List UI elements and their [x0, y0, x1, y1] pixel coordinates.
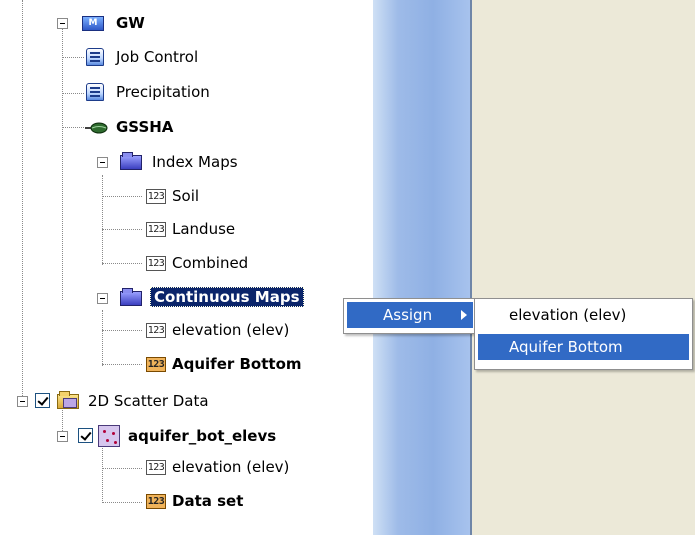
tree-item-precipitation[interactable]: Precipitation: [114, 81, 212, 103]
model-folder-icon: M: [82, 16, 104, 31]
scatter-point: [112, 432, 115, 435]
tree-item-soil[interactable]: Soil: [170, 185, 201, 207]
tree-line: [102, 229, 142, 230]
tree-item-label: Index Maps: [152, 153, 238, 171]
tree-line: [102, 445, 103, 503]
tree-line: [62, 127, 84, 128]
tree-item-label: Aquifer Bottom: [172, 355, 302, 373]
tree-item-label: GW: [116, 14, 145, 32]
tree-line: [102, 310, 103, 366]
tree-item-label: Combined: [172, 254, 249, 272]
menu-item-label: Assign: [383, 306, 433, 324]
dataset-123-icon: 123: [146, 323, 166, 338]
tree-item-gw[interactable]: GW: [114, 12, 147, 34]
tree-line: [102, 175, 103, 265]
tree-item-label: 2D Scatter Data: [88, 392, 209, 410]
tree-item-label: Data set: [172, 492, 244, 510]
tree-line: [102, 196, 142, 197]
context-menu: Assign: [343, 298, 477, 334]
dataset-123-icon: 123: [146, 460, 166, 475]
submenu-item-elevation[interactable]: elevation (elev): [478, 302, 689, 328]
project-explorer-tree: M GW Job Control Precipitation GSSHA Ind…: [0, 0, 373, 535]
tree-item-continuous-maps[interactable]: Continuous Maps: [150, 286, 304, 308]
tree-item-index-maps[interactable]: Index Maps: [150, 151, 240, 173]
menu-item-assign[interactable]: Assign: [347, 302, 473, 328]
collapse-toggle-gw[interactable]: [57, 18, 68, 29]
tree-item-label: GSSHA: [116, 118, 174, 136]
tree-line: [62, 93, 84, 94]
scatter-point: [103, 430, 106, 433]
tree-item-scatter-elevation[interactable]: elevation (elev): [170, 456, 291, 478]
panel-splitter[interactable]: [373, 0, 473, 535]
tree-item-aquifer-bot-elevs[interactable]: aquifer_bot_elevs: [126, 425, 278, 447]
tree-line: [62, 28, 63, 300]
tree-item-aquifer-bottom[interactable]: Aquifer Bottom: [170, 353, 304, 375]
scatter-point: [114, 441, 117, 444]
tree-line: [22, 0, 23, 400]
tree-item-label: elevation (elev): [172, 458, 290, 476]
tree-item-label: Job Control: [116, 48, 199, 66]
tree-item-combined[interactable]: Combined: [170, 252, 250, 274]
collapse-toggle-index-maps[interactable]: [97, 157, 108, 168]
folder-icon: [120, 288, 142, 306]
scatter-set-icon: [98, 425, 120, 447]
tree-item-gssha[interactable]: GSSHA: [114, 116, 175, 138]
tree-item-label: Precipitation: [116, 83, 210, 101]
tree-item-2d-scatter-data[interactable]: 2D Scatter Data: [86, 390, 211, 412]
tree-line: [102, 502, 142, 503]
collapse-toggle-scatter-data[interactable]: [17, 396, 28, 407]
dataset-123-icon: 123: [146, 189, 166, 204]
tree-line: [102, 263, 142, 264]
dataset-123-icon: 123: [146, 494, 166, 509]
collapse-toggle-aquifer-bot-elevs[interactable]: [57, 431, 68, 442]
scatter-point: [106, 439, 109, 442]
menu-item-label: Aquifer Bottom: [509, 338, 623, 356]
scatter-points-badge-icon: [63, 398, 77, 408]
tree-item-label: Landuse: [172, 220, 236, 238]
tree-item-label: Soil: [172, 187, 200, 205]
tree-line: [102, 330, 142, 331]
tree-item-data-set[interactable]: Data set: [170, 490, 245, 512]
checkbox-aquifer-bot-elevs[interactable]: [78, 428, 93, 443]
tree-item-job-control[interactable]: Job Control: [114, 46, 200, 68]
dataset-123-icon: 123: [146, 222, 166, 237]
tree-line: [62, 57, 84, 58]
tree-item-label: elevation (elev): [172, 321, 290, 339]
tree-item-label: Continuous Maps: [150, 287, 304, 307]
graphics-window[interactable]: [472, 0, 695, 535]
tree-line: [102, 468, 142, 469]
tree-item-label: aquifer_bot_elevs: [128, 427, 277, 445]
folder-icon: [120, 152, 142, 170]
dataset-123-icon: 123: [146, 357, 166, 372]
submenu-item-aquifer-bottom[interactable]: Aquifer Bottom: [478, 334, 689, 360]
menu-item-label: elevation (elev): [509, 306, 627, 324]
tree-item-elevation[interactable]: elevation (elev): [170, 319, 291, 341]
tree-line: [102, 364, 142, 365]
submenu-arrow-icon: [461, 310, 467, 320]
document-icon: [86, 48, 104, 66]
tree-item-landuse[interactable]: Landuse: [170, 218, 237, 240]
gssha-leaf-icon: [85, 122, 108, 134]
document-icon: [86, 83, 104, 101]
checkbox-scatter-data[interactable]: [35, 393, 50, 408]
collapse-toggle-continuous-maps[interactable]: [97, 293, 108, 304]
dataset-123-icon: 123: [146, 256, 166, 271]
assign-submenu: elevation (elev) Aquifer Bottom: [474, 298, 693, 370]
